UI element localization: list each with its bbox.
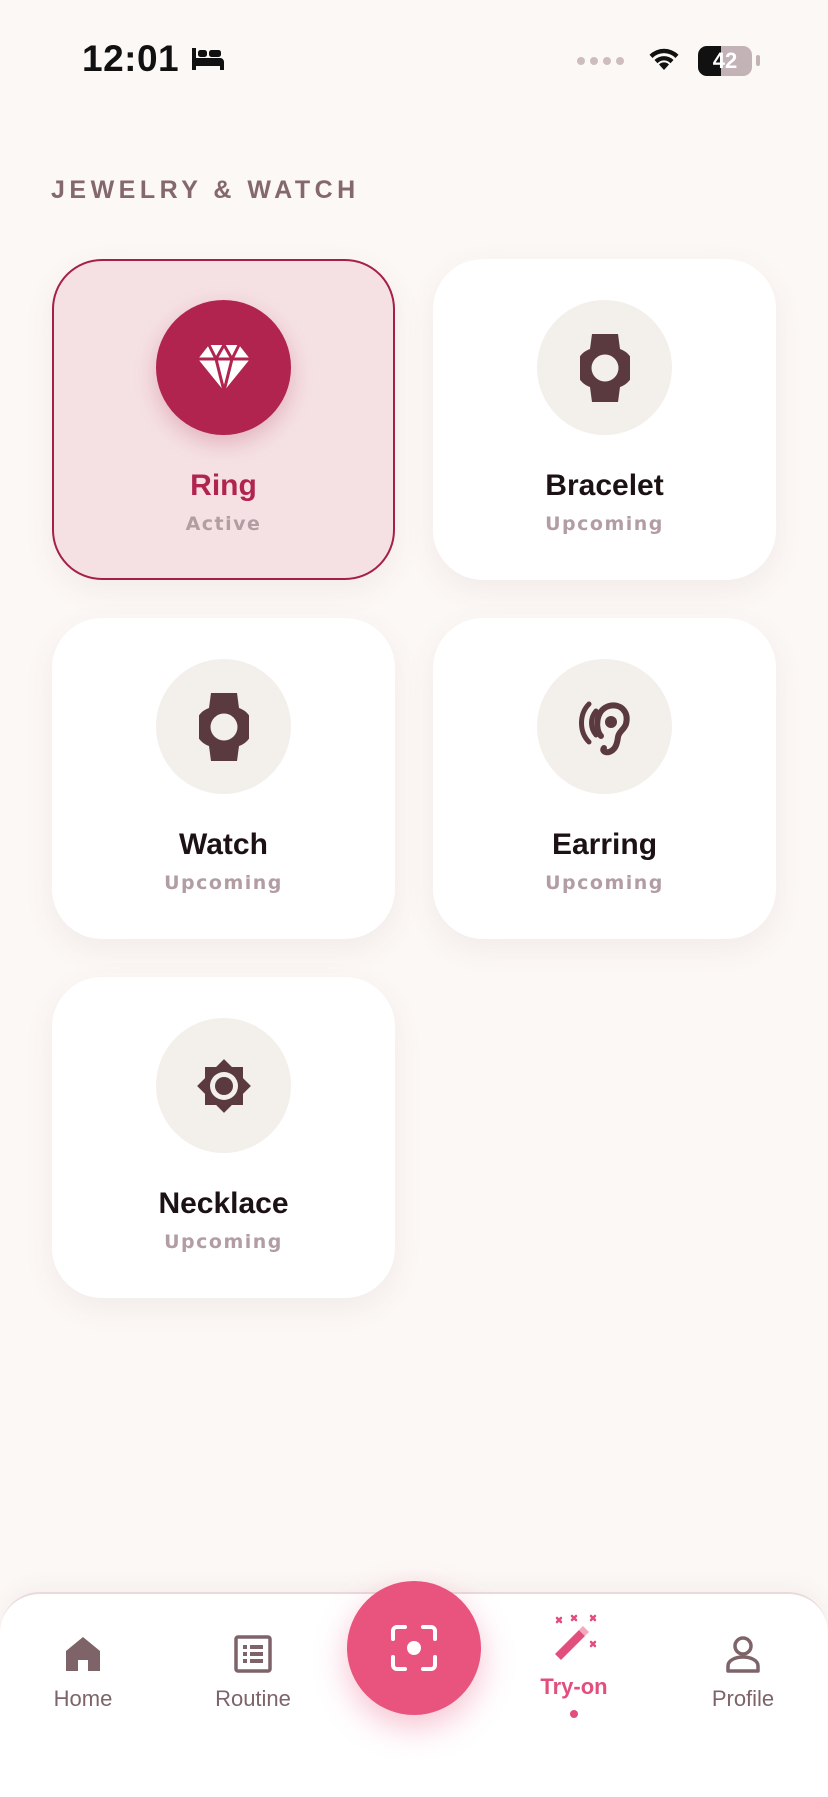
wifi-icon <box>646 44 682 77</box>
magic-wand-icon <box>555 1614 597 1660</box>
status-bar: 12:01 42 <box>0 0 828 120</box>
card-status: Upcoming <box>164 872 283 894</box>
card-name: Necklace <box>158 1187 289 1220</box>
bed-icon <box>189 46 227 72</box>
card-name: Bracelet <box>545 469 664 502</box>
card-status: Upcoming <box>545 872 664 894</box>
watch-icon <box>198 692 249 761</box>
nav-item-home[interactable]: Home <box>18 1634 148 1712</box>
card-icon-circle <box>537 659 672 794</box>
card-icon-circle <box>156 300 291 435</box>
section-title: JEWELRY & WATCH <box>51 176 360 204</box>
status-time: 12:01 <box>82 38 180 79</box>
battery-indicator: 42 <box>698 45 752 76</box>
status-icons: 42 <box>577 44 760 77</box>
card-icon-circle <box>537 300 672 435</box>
cellular-signal-icon <box>577 56 624 65</box>
category-card-watch[interactable]: Watch Upcoming <box>52 618 395 939</box>
card-icon-circle <box>156 659 291 794</box>
card-status: Upcoming <box>164 1231 283 1253</box>
card-name: Watch <box>179 828 268 861</box>
scan-frame-icon <box>391 1625 437 1671</box>
card-name: Earring <box>551 828 658 861</box>
active-indicator-dot <box>570 1710 578 1718</box>
diamond-icon <box>197 343 250 392</box>
nav-label-tryon: Try-on <box>540 1674 608 1699</box>
card-icon-circle <box>156 1018 291 1153</box>
home-icon <box>66 1637 100 1671</box>
person-icon <box>726 1636 760 1673</box>
scan-button[interactable] <box>347 1581 481 1715</box>
category-card-necklace[interactable]: Necklace Upcoming <box>52 977 395 1298</box>
nav-item-profile[interactable]: Profile <box>678 1634 808 1712</box>
nav-label-profile: Profile <box>711 1686 775 1711</box>
nav-item-tryon[interactable]: Try-on <box>509 1614 639 1718</box>
category-card-bracelet[interactable]: Bracelet Upcoming <box>433 259 776 580</box>
card-name: Ring <box>190 469 257 502</box>
category-card-ring[interactable]: Ring Active <box>52 259 395 580</box>
nav-label-home: Home <box>53 1686 113 1711</box>
battery-level: 42 <box>712 47 738 73</box>
status-time-group: 12:01 <box>82 38 227 80</box>
list-icon <box>234 1635 272 1673</box>
card-status: Upcoming <box>545 513 664 535</box>
category-grid: Ring Active Bracelet Upcoming Watch Upco… <box>52 259 776 1298</box>
nav-item-routine[interactable]: Routine <box>188 1634 318 1712</box>
category-card-earring[interactable]: Earring Upcoming <box>433 618 776 939</box>
nav-label-routine: Routine <box>215 1686 291 1711</box>
brightness-icon <box>196 1058 251 1113</box>
watch-icon <box>579 333 630 402</box>
ear-icon <box>578 701 630 755</box>
battery-nub <box>756 55 760 66</box>
card-status: Active <box>185 513 262 535</box>
